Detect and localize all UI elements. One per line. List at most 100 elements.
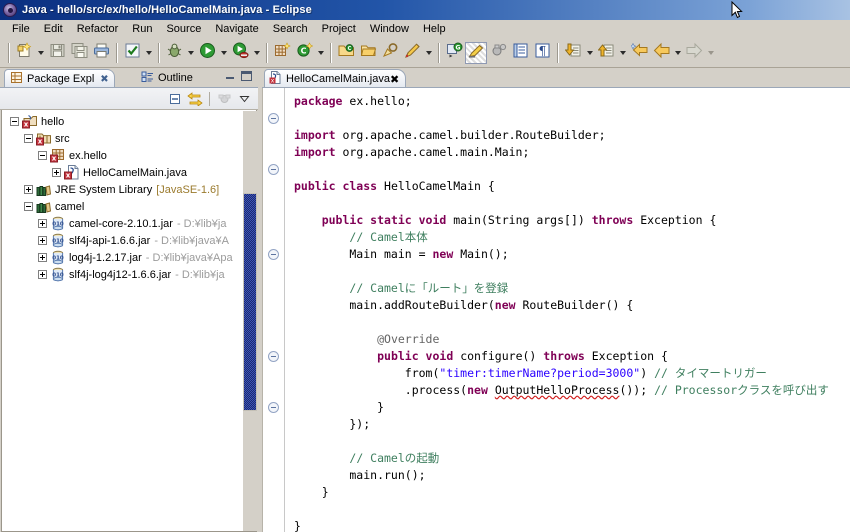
folding-gutter[interactable] [263,88,285,532]
menu-source[interactable]: Source [159,22,208,36]
toolbar-separator [557,42,558,63]
minimize-icon[interactable] [225,71,236,81]
previous-annotation-nav-button[interactable] [595,42,617,64]
tree-item[interactable]: camel [2,198,256,215]
menu-window[interactable]: Window [363,22,416,36]
run-button[interactable] [196,42,218,64]
back-dropdown-arrow[interactable] [672,42,683,64]
tree-item[interactable]: JRE System Library [JavaSE-1.6] [2,181,256,198]
save-all-button[interactable] [68,42,90,64]
chevron-down-icon[interactable] [234,90,254,108]
fold-collapse-icon[interactable] [268,164,279,175]
toolbar-separator [266,42,267,63]
new-java-package-button[interactable] [271,41,293,64]
next-annotation-nav-dropdown-arrow[interactable] [584,42,595,64]
collapse-icon[interactable] [10,117,19,126]
tree-item[interactable]: x hello [2,113,256,130]
external-tools-button[interactable] [229,42,251,64]
build-all-button[interactable] [121,42,143,64]
package-explorer-scrollbar[interactable] [243,111,257,531]
new-java-class-button[interactable]: C [293,41,315,64]
tree-item[interactable]: x HelloCamelMain.java [2,164,256,181]
build-all-dropdown-arrow[interactable] [143,42,154,64]
open-type-button[interactable]: C [335,42,357,64]
show-paragraph-button[interactable]: ¶ [531,42,553,64]
tree-item[interactable]: x ex.hello [2,147,256,164]
scrollbar-thumb[interactable] [243,193,257,411]
menu-help[interactable]: Help [416,22,453,36]
menu-edit[interactable]: Edit [37,22,70,36]
svg-text:G: G [455,44,460,51]
maximize-icon[interactable] [241,71,252,81]
tab-hellocamelmain-java[interactable]: x HelloCamelMain.java ✖ [264,69,407,88]
show-whitespace-button[interactable] [509,42,531,64]
tree-item[interactable]: 010 slf4j-api-1.6.6.jar - D:¥lib¥java¥A [2,232,256,249]
debug-dropdown-arrow[interactable] [185,42,196,64]
svg-text:x: x [38,138,43,146]
menu-refactor[interactable]: Refactor [70,22,126,36]
save-button[interactable] [46,42,68,64]
tab-package-explorer[interactable]: Package Expl ✖ [4,69,115,88]
search-button[interactable] [379,42,401,64]
annotation-button[interactable] [401,42,423,64]
last-edit-location-button[interactable] [628,42,650,64]
printer-icon [93,42,110,64]
next-annotation-button[interactable]: G [443,42,465,64]
menu-file[interactable]: File [5,22,37,36]
code-line: public void configure() throws Exception… [377,349,668,363]
menu-project[interactable]: Project [315,22,363,36]
package-explorer-tree[interactable]: x hello x src x ex.hello x HelloCamelMain.java J… [1,110,257,532]
fold-collapse-icon[interactable] [268,249,279,260]
tree-item[interactable]: 010 log4j-1.2.17.jar - D:¥lib¥java¥Apa [2,249,256,266]
tree-item[interactable]: x src [2,130,256,147]
new-wizard-dropdown-arrow[interactable] [35,42,46,64]
expand-icon[interactable] [38,236,47,245]
expand-icon[interactable] [24,185,33,194]
workbench-body: Package Expl ✖ Outline x hello x src x e… [0,68,850,532]
tree-item[interactable]: 010 slf4j-log4j12-1.6.6.jar - D:¥lib¥ja [2,266,256,283]
collapse-icon[interactable] [38,151,47,160]
tree-item-suffix: - D:¥lib¥java¥Apa [145,251,233,264]
tree-item-suffix: - D:¥lib¥ja [175,268,225,281]
annotation-dropdown-arrow[interactable] [423,42,434,64]
back-arrow-icon [653,42,670,64]
new-wizard-button[interactable] [13,41,35,64]
svg-text:010: 010 [52,239,64,245]
bug-icon [166,42,183,64]
print-button[interactable] [90,42,112,64]
menu-navigate[interactable]: Navigate [208,22,265,36]
collapse-all-button[interactable] [165,90,185,108]
link-editor-icon[interactable] [185,90,205,108]
close-icon[interactable]: ✖ [100,74,108,85]
previous-annotation-nav-dropdown-arrow[interactable] [617,42,628,64]
expand-icon[interactable] [38,253,47,262]
expand-icon[interactable] [38,219,47,228]
skip-breakpoints-button[interactable] [487,42,509,64]
open-task-button[interactable] [357,42,379,64]
fold-collapse-icon[interactable] [268,113,279,124]
source-code-text[interactable]: package ex.hello; import org.apache.came… [286,88,850,532]
fold-collapse-icon[interactable] [268,402,279,413]
external-tools-dropdown-arrow[interactable] [251,42,262,64]
forward-dropdown-arrow[interactable] [705,42,716,64]
fold-collapse-icon[interactable] [268,351,279,362]
back-button[interactable] [650,42,672,64]
toggle-mark-occurrences-button[interactable] [465,41,487,64]
menu-search[interactable]: Search [266,22,315,36]
expand-icon[interactable] [38,270,47,279]
svg-text:¶: ¶ [538,44,546,58]
expand-icon[interactable] [52,168,61,177]
run-dropdown-arrow[interactable] [218,42,229,64]
next-annotation-nav-button[interactable] [562,42,584,64]
collapse-icon[interactable] [24,202,33,211]
debug-button[interactable] [163,42,185,64]
close-icon[interactable]: ✖ [390,73,399,86]
editor-tab-label: HelloCamelMain.java [286,73,390,85]
tab-outline[interactable]: Outline [136,69,198,88]
tree-item[interactable]: 010 camel-core-2.10.1.jar - D:¥lib¥ja [2,215,256,232]
tree-item-label: camel-core-2.10.1.jar [69,217,173,230]
menu-run[interactable]: Run [125,22,159,36]
collapse-icon[interactable] [24,134,33,143]
new-java-class-dropdown-arrow[interactable] [315,42,326,64]
